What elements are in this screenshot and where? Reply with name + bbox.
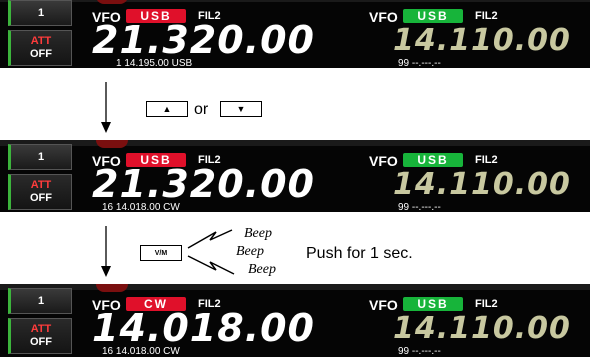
vm-key-label: V/M (154, 249, 168, 257)
att-state: OFF (30, 192, 52, 204)
display-top-strip (0, 284, 590, 290)
sound-lightning-icon (187, 229, 235, 275)
down-arrow-icon (101, 226, 111, 277)
memory-channel-button[interactable]: 1 (8, 0, 72, 26)
or-text: or (194, 101, 209, 118)
sub-mode-badge: USB (403, 153, 463, 167)
att-label: ATT (30, 323, 52, 335)
main-memo-line: 1 14.195.00 USB (116, 58, 193, 68)
tx-indicator (96, 140, 128, 148)
memory-channel-button[interactable]: 1 (8, 144, 72, 170)
beep-text-2: Beep (236, 244, 264, 259)
sub-frequency: 14.110.00 (393, 167, 571, 202)
sub-mode-badge: USB (403, 297, 463, 311)
tx-indicator (96, 284, 128, 292)
att-button[interactable]: ATT OFF (8, 318, 72, 354)
radio-display-memory-transferred: 1 ATT OFF VFO CW FIL2 14.018.00 16 14.01… (0, 284, 590, 357)
att-label: ATT (30, 179, 52, 191)
down-key-button[interactable]: ▼ (220, 101, 262, 117)
main-memo-line: 16 14.018.00 CW (102, 202, 180, 212)
down-arrow-icon (101, 82, 111, 133)
down-triangle-icon: ▼ (236, 104, 246, 114)
up-key-button[interactable]: ▲ (146, 101, 188, 117)
radio-display-initial: 1 ATT OFF VFO USB FIL2 21.320.00 1 14.19… (0, 0, 590, 68)
sub-memo-line: 99 --.---.-- (398, 202, 441, 212)
main-frequency: 21.320.00 (92, 162, 315, 206)
att-button[interactable]: ATT OFF (8, 174, 72, 210)
sub-mode-badge: USB (403, 9, 463, 23)
radio-display-memory-selected: 1 ATT OFF VFO USB FIL2 21.320.00 16 14.0… (0, 140, 590, 212)
sub-filter-label: FIL2 (475, 298, 498, 310)
sub-filter-label: FIL2 (475, 10, 498, 22)
att-state: OFF (30, 48, 52, 60)
att-label: ATT (30, 35, 52, 47)
sub-filter-label: FIL2 (475, 154, 498, 166)
display-top-strip (0, 140, 590, 146)
main-frequency: 14.018.00 (92, 306, 315, 350)
sub-memo-line: 99 --.---.-- (398, 346, 441, 357)
display-top-strip (0, 0, 590, 2)
att-state: OFF (30, 336, 52, 348)
tx-indicator (96, 0, 128, 4)
sub-frequency: 14.110.00 (393, 23, 571, 58)
vm-key-button[interactable]: V/M (140, 245, 182, 261)
sub-frequency: 14.110.00 (393, 311, 571, 346)
memory-channel-button[interactable]: 1 (8, 288, 72, 314)
main-memo-line: 16 14.018.00 CW (102, 346, 180, 357)
up-triangle-icon: ▲ (162, 104, 172, 114)
beep-text-3: Beep (248, 262, 276, 277)
att-button[interactable]: ATT OFF (8, 30, 72, 66)
main-frequency: 21.320.00 (92, 18, 315, 62)
sub-memo-line: 99 --.---.-- (398, 58, 441, 68)
beep-text-1: Beep (244, 226, 272, 241)
push-instruction-text: Push for 1 sec. (306, 245, 413, 262)
